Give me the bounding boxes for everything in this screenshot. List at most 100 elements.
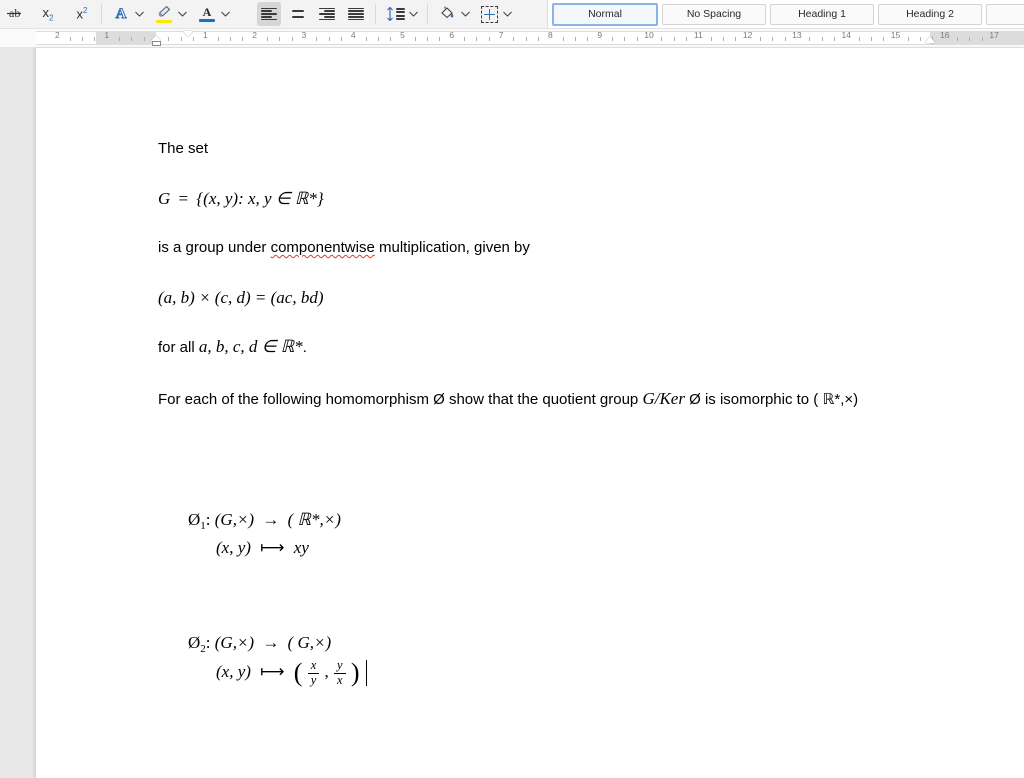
ruler-tick [833,37,835,41]
document-body[interactable]: The set G = {(x, y): x, y ∈ ℝ*} is a gro… [158,136,918,412]
paragraph-for-all[interactable]: for all a, b, c, d ∈ ℝ*. [158,334,918,360]
ruler-tick [722,37,724,41]
ruler-tick [636,37,638,41]
homomorphism-1-name: Ø [188,510,201,529]
ruler-number: 2 [252,30,257,40]
ruler-tick [624,37,626,41]
paragraph-group-under-multiplication[interactable]: is a group under componentwise multiplic… [158,235,918,260]
subscript-index: 2 [49,13,54,23]
text-effects-icon[interactable]: A [109,2,133,26]
fraction-1-denominator: y [310,672,317,687]
equation-set-definition[interactable]: G = {(x, y): x, y ∈ ℝ*} [158,185,918,213]
ruler-tick [538,37,540,41]
align-left-icon [261,7,277,21]
equation-componentwise-multiplication[interactable]: (a, b) × (c, d) = (ac, bd) [158,284,918,312]
ruler-tick [612,37,614,41]
ruler-tick [759,37,761,41]
ruler-number: 5 [400,30,405,40]
misspelled-word[interactable]: componentwise [271,239,375,256]
highlight-chevron-down-icon[interactable] [176,2,189,26]
text-highlight-color-icon[interactable] [152,2,176,26]
style-title[interactable]: Title [986,3,1024,25]
equation-homomorphism-2[interactable]: Ø2: (G,×) → ( G,×) (x, y) ⟼ ( x y , y x … [188,633,367,687]
justify-button[interactable] [344,2,368,26]
ruler-tick [969,37,971,41]
borders-button[interactable] [477,2,501,26]
equation-homomorphism-1[interactable]: Ø1: (G,×) → ( ℝ*,×) (x, y) ⟼ xy [188,510,341,558]
ruler-tick [476,37,478,41]
homomorphism-1-element-line: (x, y) ⟼ xy [188,538,341,558]
ruler-number: 13 [792,30,802,40]
align-right-icon [319,7,335,21]
homomorphism-2-colon: : [205,633,211,652]
horizontal-ruler[interactable]: 2 1 1 2 3 4 5 6 7 8 9 10 11 12 13 14 15 16 17 [0,29,1024,48]
style-no-spacing[interactable]: No Spacing [662,3,766,25]
ruler-tick [562,37,564,41]
line-spacing-button[interactable] [383,2,407,26]
ruler-tick [229,37,231,41]
justify-icon [348,7,364,21]
ruler-tick [365,37,367,41]
line-spacing-chevron-down-icon[interactable] [407,2,420,26]
superscript-icon[interactable]: x2 [70,2,94,26]
style-heading-2[interactable]: Heading 2 [878,3,982,25]
shading-chevron-down-icon[interactable] [459,2,472,26]
homomorphism-2-domain: (G,×) [214,633,255,652]
style-heading-1[interactable]: Heading 1 [770,3,874,25]
align-right-button[interactable] [315,2,339,26]
ruler-tick [316,37,318,41]
ruler-tick [575,37,577,41]
subscript-glyph: x2 [42,4,54,23]
homomorphism-2-element-line: (x, y) ⟼ ( x y , y x ) [188,658,367,687]
homomorphism-2-name: Ø [188,633,201,652]
right-indent-marker[interactable] [925,36,935,43]
paragraph-the-set[interactable]: The set [158,136,918,161]
ruler-tick [119,37,121,41]
ruler-tick [82,37,84,41]
ribbon-home-tab-bottom-row: ab x2 x2 A A Normal No Spacing Heading 1… [0,0,1024,29]
text-for-all-suffix: . [302,339,307,356]
ruler-tick [180,37,182,41]
font-color-swatch [199,19,215,22]
font-color-chevron-down-icon[interactable] [219,2,232,26]
homomorphism-2-arrow-icon: → [262,633,280,652]
ruler-tick [772,37,774,41]
ruler-tick [377,37,379,41]
style-normal[interactable]: Normal [552,2,658,26]
ruler-tick [217,37,219,41]
ruler-tick [685,37,687,41]
subscript-icon[interactable]: x2 [36,2,60,26]
ruler-number: 8 [548,30,553,40]
font-color-icon[interactable]: A [195,2,219,26]
shading-button[interactable] [435,2,459,26]
ruler-tick [957,37,959,41]
equation-mult-text: (a, b) × (c, d) = (ac, bd) [158,288,324,307]
ruler-tick [94,37,96,41]
paragraph-question-prompt[interactable]: For each of the following homomorphism Ø… [158,386,876,412]
fraction-y-over-x: y x [334,658,346,687]
align-left-button[interactable] [257,2,281,26]
ruler-tick [279,37,281,41]
strikethrough-icon[interactable]: ab [2,2,26,26]
first-line-indent-marker[interactable] [183,31,193,37]
homomorphism-1-image: xy [293,538,309,557]
homomorphism-1-domain: (G,×) [214,510,255,529]
document-page[interactable]: The set G = {(x, y): x, y ∈ ℝ*} is a gro… [36,48,1024,778]
line-spacing-icon [386,7,405,21]
paint-bucket-icon [439,5,455,23]
homomorphism-1-element: (x, y) [216,538,251,557]
equation-set-rhs: {(x, y): x, y ∈ ℝ*} [196,189,324,208]
ruler-tick [291,37,293,41]
strikethrough-glyph: ab [6,5,22,23]
ruler-number: 4 [350,30,356,40]
superscript-index: 2 [83,6,88,16]
ruler-tick [981,37,983,41]
borders-chevron-down-icon[interactable] [501,2,514,26]
homomorphism-1-mapsto-icon: ⟼ [260,538,285,557]
text-effects-chevron-down-icon[interactable] [133,2,146,26]
left-indent-marker[interactable] [152,41,161,46]
align-center-button[interactable] [286,2,310,26]
